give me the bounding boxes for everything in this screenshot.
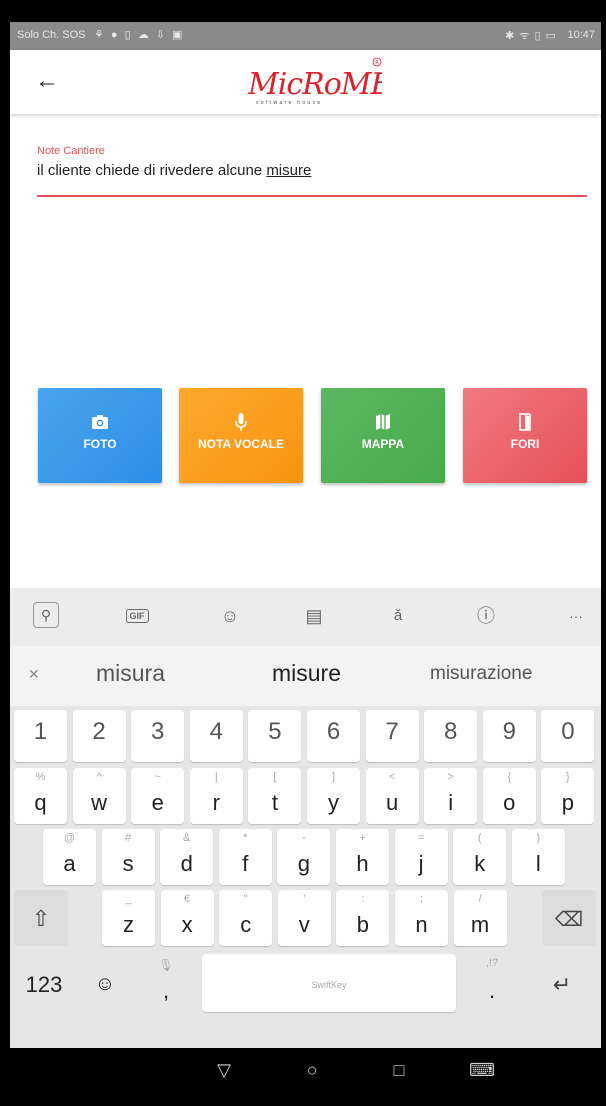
- letter-key[interactable]: > i: [424, 768, 478, 824]
- letter-key[interactable]: -g: [277, 829, 331, 885]
- note-field-label: Note Cantiere: [37, 145, 105, 157]
- nav-recents-icon[interactable]: □: [384, 1060, 414, 1081]
- nav-back-icon[interactable]: ▽: [209, 1060, 239, 1081]
- nav-home-icon[interactable]: ○: [297, 1060, 327, 1081]
- close-icon[interactable]: ✕: [28, 666, 40, 683]
- translate-icon[interactable]: ǎ: [384, 602, 412, 630]
- keyboard-keys: ⇧ ⌫ 123 ☺ 🎙 , SwiftKey ,!? . ↵ 123456789…: [10, 706, 601, 1068]
- letter-key[interactable]: / m: [453, 890, 507, 946]
- suggestion-bar: ✕ misura misure misurazione: [10, 646, 601, 706]
- carrier-label: Solo Ch. SOS: [17, 29, 86, 41]
- letter-key[interactable]: " c: [219, 890, 273, 946]
- suggestion-center[interactable]: misure: [272, 660, 341, 687]
- navigation-bar: ▽ ○ □ ⌨: [0, 1048, 606, 1106]
- nav-keyboard-icon[interactable]: ⌨: [467, 1060, 497, 1081]
- letter-key[interactable]: € x: [160, 890, 214, 946]
- number-key[interactable]: 1: [14, 710, 67, 762]
- letter-key[interactable]: @ a: [43, 829, 96, 885]
- emoji-key[interactable]: ☺: [82, 954, 128, 1012]
- mappa-button[interactable]: MAPPA: [321, 388, 445, 483]
- number-key[interactable]: 6: [307, 710, 360, 762]
- suggestion-left[interactable]: misura: [96, 660, 165, 687]
- letter-key[interactable]: = j: [394, 829, 448, 885]
- svg-text:MicRoMEGA: MicRoMEGA: [247, 67, 382, 102]
- letter-key[interactable]: + h: [336, 829, 389, 885]
- number-key[interactable]: 4: [189, 710, 243, 762]
- fori-button[interactable]: FORI: [463, 388, 587, 483]
- keyboard-toolbar: ⚲ GIF ☺ ▤ ǎ ⓘ ···: [10, 588, 601, 646]
- enter-key[interactable]: ↵: [528, 954, 596, 1012]
- letter-key[interactable]: & d: [160, 829, 214, 885]
- nota-vocale-label: NOTA VOCALE: [198, 437, 284, 451]
- number-key[interactable]: 5: [248, 710, 302, 762]
- numbers-mode-key[interactable]: 123: [14, 954, 74, 1012]
- letter-key[interactable]: :b: [336, 890, 390, 946]
- letter-key[interactable]: < u: [365, 768, 419, 824]
- number-key[interactable]: 2: [72, 710, 126, 762]
- number-key[interactable]: 7: [365, 710, 419, 762]
- letter-key[interactable]: } p: [541, 768, 595, 824]
- soft-keyboard: ⚲ GIF ☺ ▤ ǎ ⓘ ··· ✕ misura misure misura…: [10, 588, 601, 1068]
- letter-key[interactable]: ] y: [307, 768, 360, 824]
- nota-vocale-button[interactable]: NOTA VOCALE: [179, 388, 303, 483]
- fori-label: FORI: [510, 437, 540, 451]
- info-icon[interactable]: ⓘ: [472, 602, 500, 630]
- sticker-icon[interactable]: ☺: [216, 602, 244, 630]
- note-input[interactable]: il cliente chiede di rivedere alcune mis…: [37, 162, 311, 179]
- note-composing-word: misure: [266, 162, 312, 179]
- letter-key[interactable]: ^ w: [72, 768, 126, 824]
- letter-key[interactable]: ) l: [511, 829, 565, 885]
- number-key[interactable]: 0: [541, 710, 595, 762]
- foto-button[interactable]: FOTO: [38, 388, 162, 483]
- notification-icons: ⚘ ● ▯ ☁ ⇩ ▣: [94, 29, 185, 41]
- door-icon: [519, 413, 531, 431]
- comma-key[interactable]: 🎙 ,: [136, 954, 196, 1012]
- number-key[interactable]: 8: [424, 710, 478, 762]
- number-key[interactable]: 9: [482, 710, 536, 762]
- space-key[interactable]: SwiftKey: [202, 954, 456, 1012]
- system-status-icons: ✱ ᯤ ▯ ▭: [505, 30, 557, 42]
- letter-key[interactable]: [t: [248, 768, 302, 824]
- note-text: il cliente chiede di rivedere alcune: [37, 162, 267, 179]
- app-bar: ← MicRoMEGA R software house: [10, 50, 601, 114]
- shift-key[interactable]: ⇧: [14, 890, 68, 946]
- mappa-label: MAPPA: [361, 437, 405, 451]
- note-underline: [37, 195, 587, 197]
- letter-key[interactable]: _ z: [102, 890, 155, 946]
- letter-key[interactable]: (k: [453, 829, 507, 885]
- letter-key[interactable]: # s: [101, 829, 155, 885]
- clock: 10:47: [567, 29, 595, 41]
- svg-text:R: R: [375, 60, 379, 66]
- more-icon[interactable]: ···: [562, 602, 590, 630]
- letter-key[interactable]: ~ e: [131, 768, 185, 824]
- number-key[interactable]: 3: [131, 710, 185, 762]
- app-screen: Solo Ch. SOS ⚘ ● ▯ ☁ ⇩ ▣ ✱ ᯤ ▯ ▭ 10:47 ←…: [10, 22, 601, 1070]
- letter-key[interactable]: * f: [218, 829, 272, 885]
- micromega-logo: MicRoMEGA R software house: [247, 57, 382, 106]
- letter-key[interactable]: | r: [189, 768, 243, 824]
- search-icon[interactable]: ⚲: [33, 602, 59, 628]
- microphone-icon: [235, 413, 247, 431]
- map-icon: [376, 414, 390, 430]
- status-bar: Solo Ch. SOS ⚘ ● ▯ ☁ ⇩ ▣ ✱ ᯤ ▯ ▭ 10:47: [10, 22, 601, 50]
- letter-key[interactable]: ; n: [395, 890, 448, 946]
- letter-key[interactable]: ' v: [277, 890, 331, 946]
- camera-icon: [92, 415, 108, 429]
- svg-text:software house: software house: [256, 100, 322, 106]
- backspace-key[interactable]: ⌫: [542, 890, 596, 946]
- arrow-left-icon[interactable]: ←: [30, 64, 64, 98]
- foto-label: FOTO: [83, 437, 117, 451]
- period-key[interactable]: ,!? .: [462, 954, 522, 1012]
- letter-key[interactable]: % q: [14, 768, 67, 824]
- gif-icon[interactable]: GIF: [123, 602, 151, 630]
- suggestion-right[interactable]: misurazione: [430, 663, 532, 685]
- clipboard-icon[interactable]: ▤: [300, 602, 328, 630]
- letter-key[interactable]: {o: [482, 768, 536, 824]
